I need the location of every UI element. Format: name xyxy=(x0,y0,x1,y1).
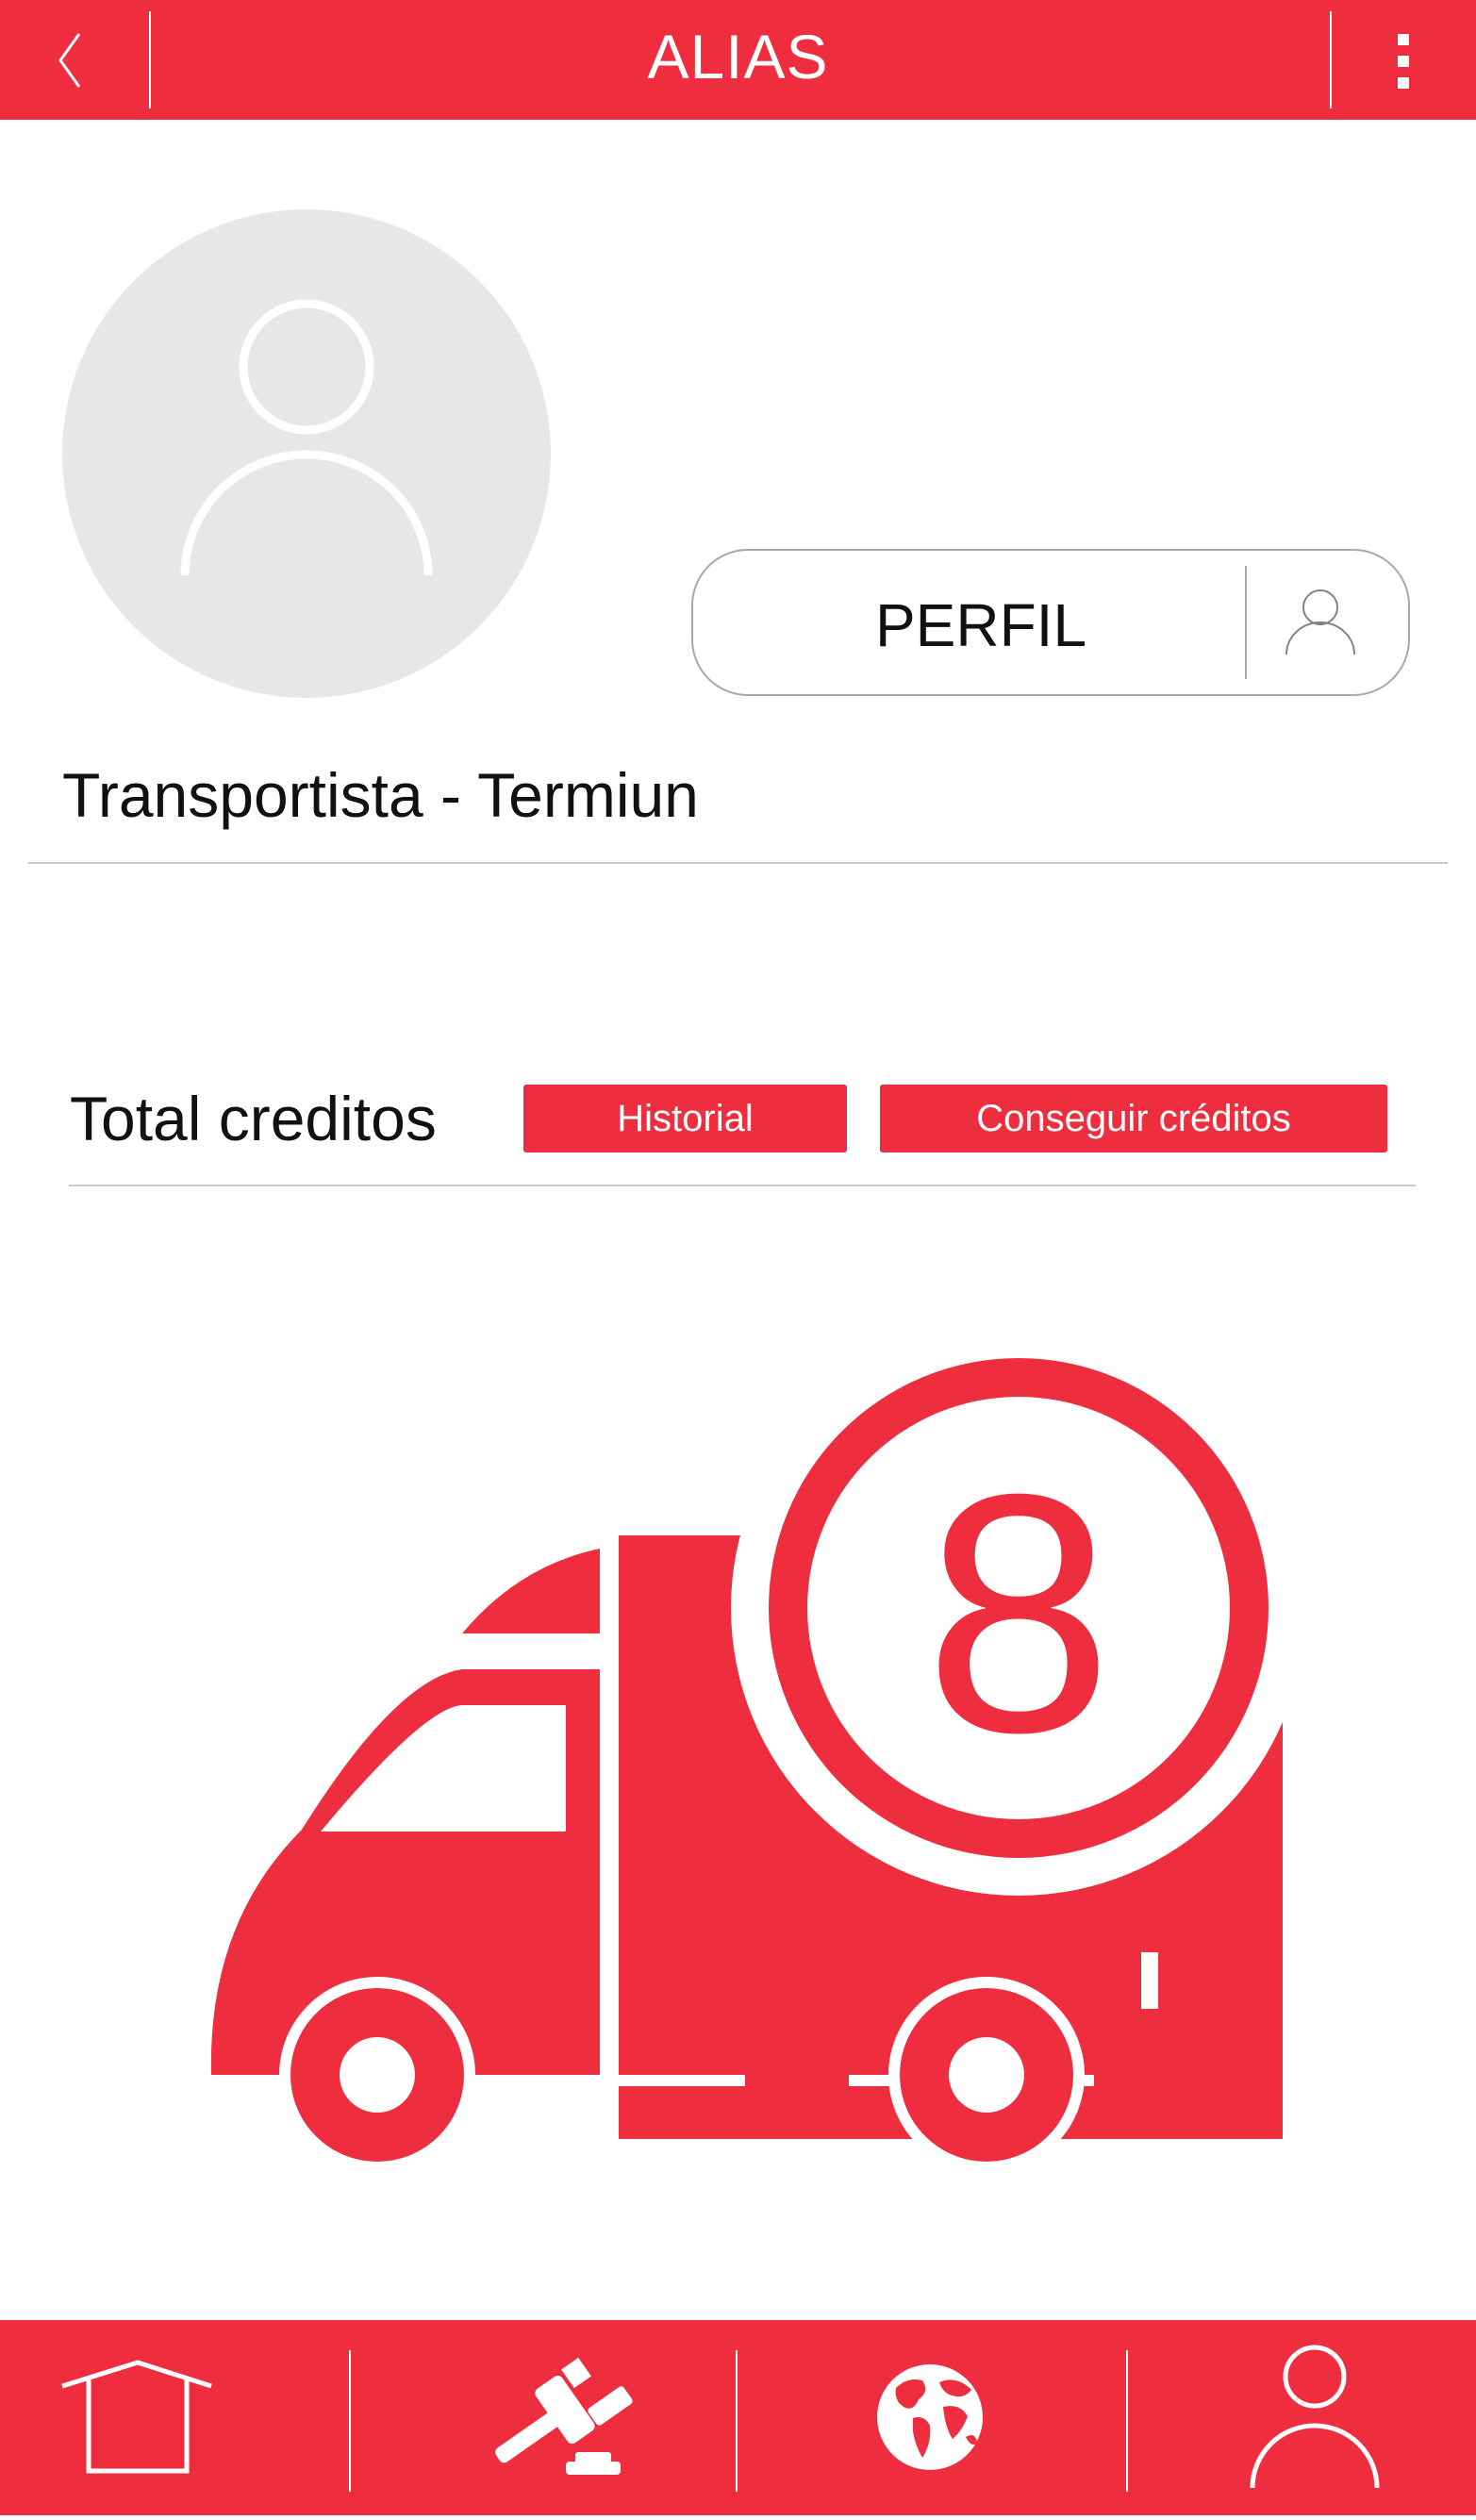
delivery-truck-illustration: 8 xyxy=(210,1339,1283,2173)
credits-divider xyxy=(69,1185,1416,1186)
wheel-rear xyxy=(888,1977,1085,2173)
kebab-dot xyxy=(1398,77,1409,89)
home-icon xyxy=(61,2360,212,2474)
nav-profile[interactable] xyxy=(1128,2320,1476,2515)
get-credits-button[interactable]: Conseguir créditos xyxy=(880,1085,1387,1152)
perfil-button-label: PERFIL xyxy=(874,591,1087,659)
tail-light xyxy=(1141,1952,1158,2009)
user-icon xyxy=(1285,589,1355,655)
cab-gap xyxy=(600,1613,619,2150)
top-app-bar: ALIAS xyxy=(0,0,1476,120)
section-divider xyxy=(28,862,1448,864)
total-credits-label: Total creditos xyxy=(70,1084,437,1153)
avatar[interactable] xyxy=(62,209,551,698)
kebab-dot xyxy=(1398,56,1409,67)
globe-icon xyxy=(877,2364,983,2470)
historial-button[interactable]: Historial xyxy=(523,1085,847,1152)
nav-home[interactable] xyxy=(0,2320,349,2515)
overflow-menu-button[interactable] xyxy=(1386,28,1424,94)
wheel-front xyxy=(279,1977,475,2173)
user-icon xyxy=(1250,2345,1380,2489)
chassis-gap xyxy=(462,2075,745,2086)
header-divider-right xyxy=(1330,11,1332,108)
perfil-button-divider xyxy=(1245,566,1247,679)
nav-auctions[interactable] xyxy=(351,2320,736,2515)
auction-gavel-icon xyxy=(495,2357,633,2475)
page-title: ALIAS xyxy=(647,22,829,91)
user-placeholder-icon xyxy=(180,299,433,576)
user-role-text: Transportista - Termiun xyxy=(62,760,699,830)
credit-count: 8 xyxy=(924,1424,1113,1803)
credit-count-badge: 8 xyxy=(769,1358,1269,1858)
nav-world[interactable] xyxy=(738,2320,1126,2515)
perfil-button[interactable]: PERFIL xyxy=(691,549,1410,696)
kebab-menu-icon xyxy=(1398,34,1409,45)
bottom-navigation xyxy=(0,2320,1476,2515)
